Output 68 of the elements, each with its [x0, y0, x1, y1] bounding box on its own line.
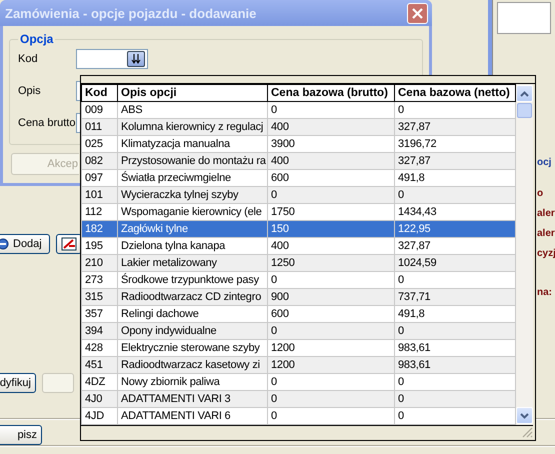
- table-cell: 210: [82, 254, 118, 272]
- column-header[interactable]: Cena bazowa (netto): [394, 84, 516, 102]
- table-cell: 327,87: [394, 152, 516, 170]
- table-cell: 101: [82, 186, 118, 204]
- field-label: Opis: [18, 85, 42, 98]
- table-row[interactable]: 4J0 ADATTAMENTI VARI 3 0 0: [82, 390, 516, 408]
- table-cell: 0: [394, 408, 516, 424]
- table-row[interactable]: 451 Radioodtwarzacz kasetowy zi 1200 983,61: [82, 356, 516, 374]
- table-cell: 0: [394, 390, 516, 408]
- table-cell: 451: [82, 356, 118, 374]
- table-cell: 0: [268, 408, 394, 424]
- column-header[interactable]: Opis opcji: [118, 84, 268, 102]
- table-cell: 327,87: [394, 118, 516, 136]
- label-text: cyzj: [537, 247, 555, 261]
- table-cell: 0: [394, 322, 516, 340]
- label-text: o: [537, 187, 544, 201]
- group-title: Opcja: [19, 32, 54, 46]
- column-header[interactable]: Kod: [82, 84, 118, 102]
- table-cell: 315: [82, 288, 118, 306]
- table-cell: 900: [268, 288, 394, 306]
- table-cell: Wycieraczka tylnej szyby: [118, 186, 268, 204]
- table-cell: 4JD: [82, 408, 118, 424]
- table-row[interactable]: 394 Opony indywidualne 0 0: [82, 322, 516, 340]
- button[interactable]: dyfikuj: [0, 373, 36, 393]
- label-text: aler: [537, 207, 555, 221]
- table-row[interactable]: 082 Przystosowanie do montażu ra 400 327,87: [82, 152, 516, 170]
- table-cell: 122,95: [394, 220, 516, 238]
- table-cell: 983,61: [394, 356, 516, 374]
- table-cell: 737,71: [394, 288, 516, 306]
- field-label: Kod: [18, 53, 39, 66]
- column-header[interactable]: Cena bazowa (brutto): [268, 84, 394, 102]
- table-cell: 1024,59: [394, 254, 516, 272]
- table-cell: 4J0: [82, 390, 118, 408]
- label-text: aler: [537, 227, 555, 241]
- table-cell: Radioodtwarzacz kasetowy zi: [118, 356, 268, 374]
- table-cell: 0: [268, 390, 394, 408]
- table-cell: 182: [82, 220, 118, 238]
- table-cell: 1200: [268, 356, 394, 374]
- table-cell: ADATTAMENTI VARI 6: [118, 408, 268, 424]
- table-cell: Radioodtwarzacz CD zintegro: [118, 288, 268, 306]
- table-cell: 082: [82, 152, 118, 170]
- add-button[interactable]: Dodaj: [0, 234, 50, 254]
- table-row[interactable]: 101 Wycieraczka tylnej szyby 0 0: [82, 186, 516, 204]
- label-text: ocj: [537, 156, 552, 170]
- table-cell: Lakier metalizowany: [118, 254, 268, 272]
- table-cell: 400: [268, 152, 394, 170]
- table-row[interactable]: 182 Zagłówki tylne 150 122,95: [82, 220, 516, 238]
- table-cell: Kolumna kierownicy z regulacj: [118, 118, 268, 136]
- button[interactable]: pisz: [0, 425, 42, 445]
- table-cell: ADATTAMENTI VARI 3: [118, 390, 268, 408]
- table-cell: 011: [82, 118, 118, 136]
- label-text: na:: [537, 286, 553, 300]
- table-row[interactable]: 011 Kolumna kierownicy z regulacj 400 327,87: [82, 118, 516, 136]
- table-cell: 0: [268, 186, 394, 204]
- table-cell: Opony indywidualne: [118, 322, 268, 340]
- table-cell: 0: [268, 322, 394, 340]
- table-row[interactable]: 4JD ADATTAMENTI VARI 6 0 0: [82, 408, 516, 424]
- table-cell: Przystosowanie do montażu ra: [118, 152, 268, 170]
- table-cell: 1250: [268, 254, 394, 272]
- window-title: Zamówienia - opcje pojazdu - dodawanie: [5, 6, 256, 21]
- table-cell: 150: [268, 220, 394, 238]
- table-row[interactable]: 315 Radioodtwarzacz CD zintegro 900 737,71: [82, 288, 516, 306]
- table-cell: 394: [82, 322, 118, 340]
- table-cell: 400: [268, 118, 394, 136]
- table-row[interactable]: 210 Lakier metalizowany 1250 1024,59: [82, 254, 516, 272]
- field-label: Cena brutto: [18, 117, 76, 130]
- table-cell: Zagłówki tylne: [118, 220, 268, 238]
- table-cell: 0: [394, 186, 516, 204]
